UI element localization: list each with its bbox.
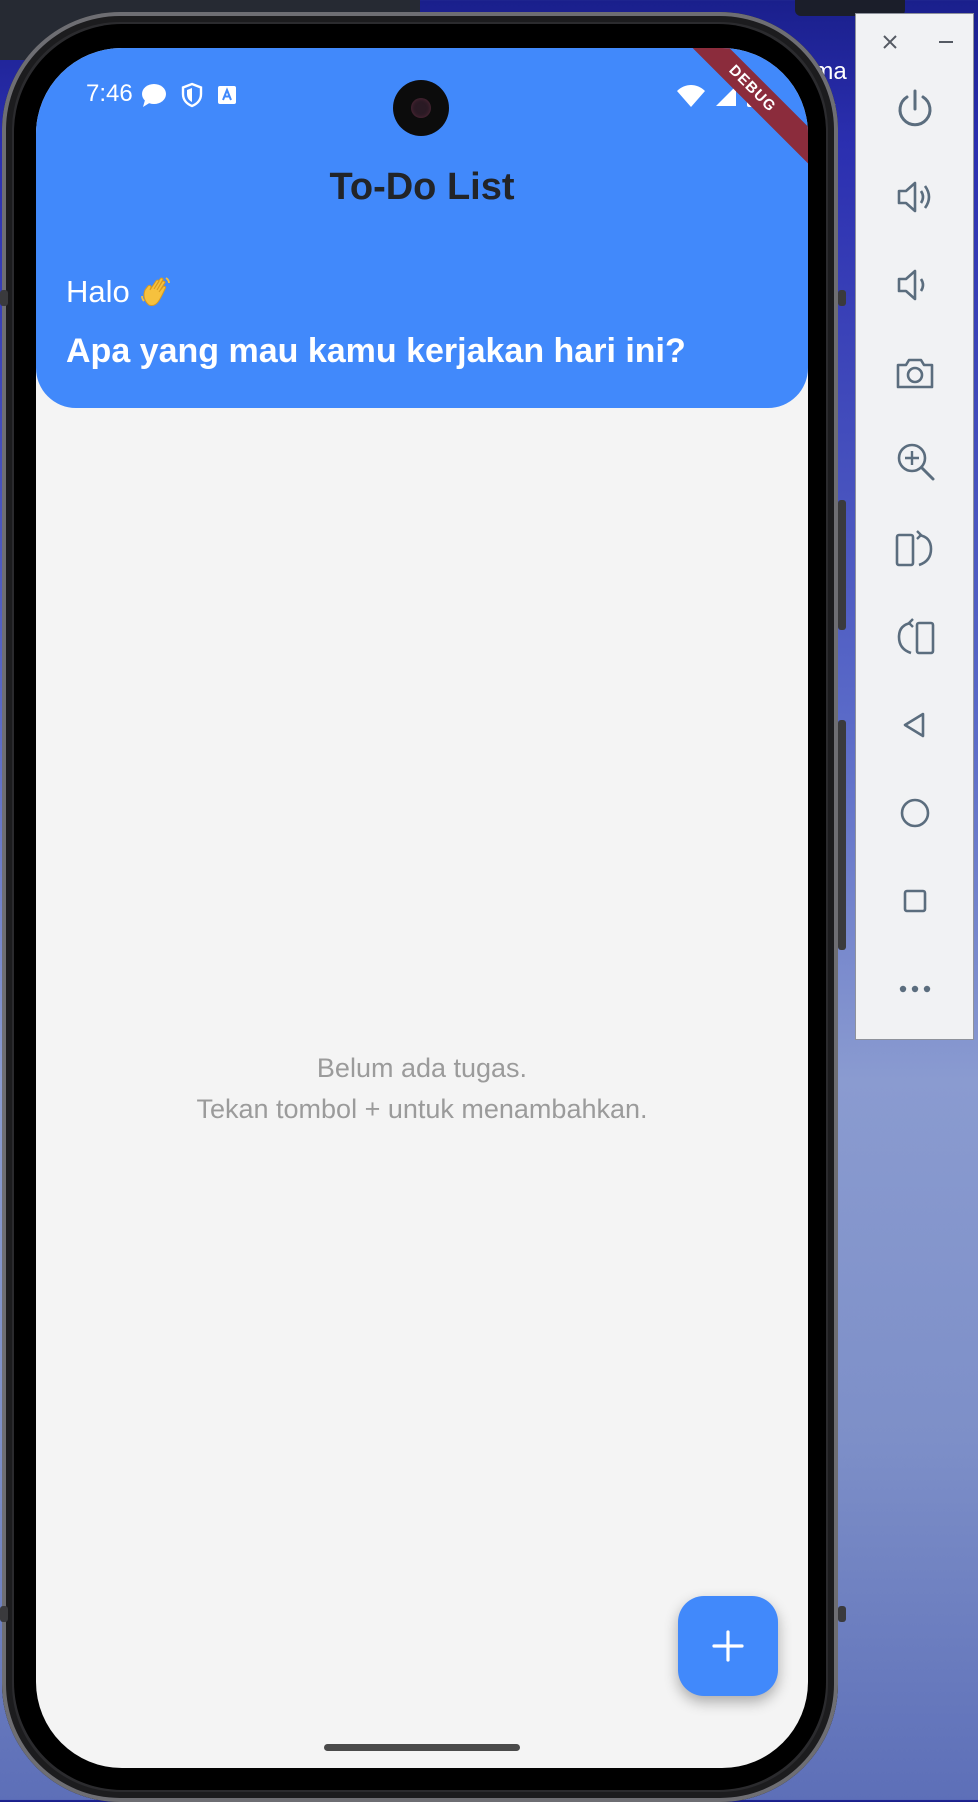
phone-side-button (0, 290, 8, 306)
close-icon (883, 35, 897, 49)
more-button[interactable] (882, 956, 948, 1022)
rotate-right-button[interactable] (882, 604, 948, 670)
close-button[interactable] (876, 28, 904, 56)
camera-icon (896, 358, 934, 389)
wifi-icon (676, 84, 706, 108)
home-icon (900, 798, 930, 828)
add-task-button[interactable] (678, 1596, 778, 1696)
plus-icon (711, 1629, 745, 1663)
app-notification-icon (216, 84, 238, 106)
volume-down-icon (897, 269, 925, 301)
greeting-text: Halo (66, 274, 130, 309)
phone-side-button (0, 1606, 8, 1622)
screenshot-button[interactable] (882, 340, 948, 406)
status-icons-left (140, 82, 238, 108)
rotate-right-icon (897, 618, 935, 655)
phone-power-button (838, 720, 846, 950)
shield-icon (180, 82, 204, 108)
page-title: To-Do List (329, 166, 515, 208)
more-icon (899, 985, 931, 993)
volume-up-button[interactable] (882, 164, 948, 230)
debug-banner: DEBUG (672, 48, 808, 169)
home-indicator[interactable] (324, 1744, 520, 1751)
phone-side-button (838, 290, 846, 306)
status-time: 7:46 (86, 80, 133, 107)
app-header: 7:46 DEBUG To-Do List Halo Apa yang mau … (36, 48, 808, 408)
minimize-button[interactable] (932, 28, 960, 56)
subtitle: Apa yang mau kamu kerjakan hari ini? (66, 332, 686, 370)
empty-state-message: Belum ada tugas. Tekan tombol + untuk me… (36, 1048, 808, 1130)
waving-hand-icon (140, 275, 174, 309)
rotate-left-button[interactable] (882, 516, 948, 582)
greeting: Halo (66, 274, 174, 310)
power-icon (898, 89, 932, 127)
volume-up-icon (897, 181, 931, 213)
back-icon (903, 712, 925, 738)
empty-state-line-1: Belum ada tugas. (316, 1053, 528, 1083)
overview-button[interactable] (882, 868, 948, 934)
phone-volume-button (838, 500, 846, 630)
zoom-icon (897, 443, 935, 481)
emulator-toolbar (855, 13, 974, 1040)
chat-icon (140, 82, 168, 108)
power-button[interactable] (882, 76, 948, 142)
volume-down-button[interactable] (882, 252, 948, 318)
phone-side-button (838, 1606, 846, 1622)
minimize-icon (939, 41, 953, 43)
zoom-button[interactable] (882, 428, 948, 494)
phone-screen: 7:46 DEBUG To-Do List Halo Apa yang mau … (36, 48, 808, 1768)
back-button[interactable] (882, 692, 948, 758)
rotate-left-icon (895, 530, 933, 567)
empty-state-line-2: Tekan tombol + untuk menambahkan. (196, 1094, 648, 1124)
overview-icon (903, 889, 927, 913)
front-camera (393, 80, 449, 136)
home-button[interactable] (882, 780, 948, 846)
